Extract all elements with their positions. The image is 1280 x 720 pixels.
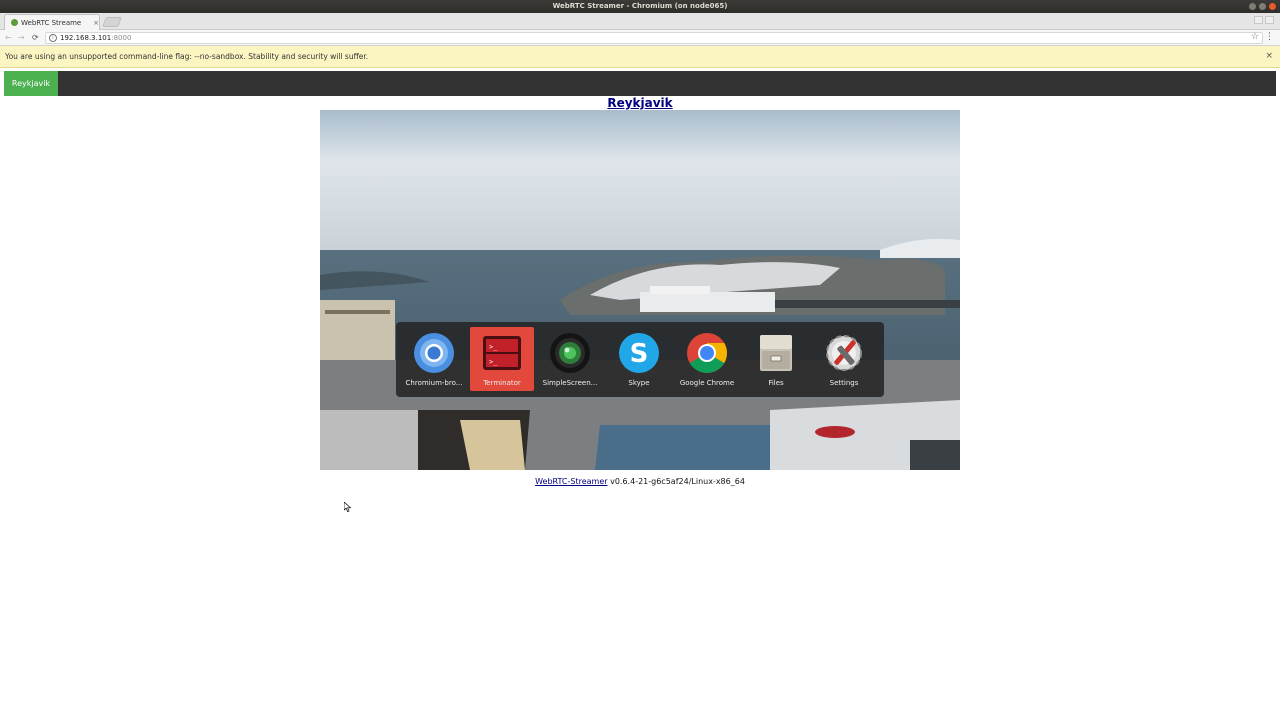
switcher-app-simplescreenrecorder[interactable]: SimpleScreen... xyxy=(538,327,602,391)
address-bar[interactable]: i 192.168.3.101:8000 xyxy=(45,32,1263,44)
switcher-app-label: Files xyxy=(768,379,784,387)
video-stream[interactable] xyxy=(320,110,960,470)
stream-navbar: Reykjavik xyxy=(4,71,1276,96)
switcher-app-label: Terminator xyxy=(483,379,521,387)
app-switcher: Chromium-bro... >_ >_ Terminator SimpleS… xyxy=(396,322,884,397)
forward-icon[interactable]: → xyxy=(18,32,25,44)
bookmark-star-icon[interactable]: ☆ xyxy=(1251,31,1259,43)
version-line: WebRTC-Streamer v0.6.4-21-g6c5af24/Linux… xyxy=(0,477,1280,487)
tabstrip-window-controls xyxy=(1254,16,1274,24)
reload-icon[interactable]: ⟳ xyxy=(32,32,39,44)
site-info-icon[interactable]: i xyxy=(49,34,57,42)
infobar-close-icon[interactable]: × xyxy=(1265,46,1273,67)
webrtc-streamer-link[interactable]: WebRTC-Streamer xyxy=(535,477,607,486)
switcher-app-terminator[interactable]: >_ >_ Terminator xyxy=(470,327,534,391)
tab-strip: WebRTC Streame × xyxy=(0,13,1280,30)
video-frame xyxy=(320,110,960,470)
skype-icon: S xyxy=(619,333,659,373)
tab-close-icon[interactable]: × xyxy=(93,19,99,27)
browser-toolbar: ← → ⟳ i 192.168.3.101:8000 ☆ ⋮ xyxy=(0,30,1280,46)
mouse-cursor-icon xyxy=(344,502,352,512)
restore-icon[interactable] xyxy=(1265,16,1274,24)
terminator-icon: >_ >_ xyxy=(483,336,521,370)
svg-text:S: S xyxy=(630,339,649,369)
switcher-app-label: Settings xyxy=(829,379,859,387)
favicon-icon xyxy=(11,19,18,26)
switcher-app-label: Chromium-bro... xyxy=(405,379,463,387)
url-host: 192.168.3.101 xyxy=(60,34,112,42)
svg-text:>_: >_ xyxy=(489,343,498,351)
simplescreenrecorder-icon xyxy=(550,333,590,373)
minimize-window-button[interactable] xyxy=(1249,3,1256,10)
stream-title-link[interactable]: Reykjavik xyxy=(0,96,1280,110)
back-icon[interactable]: ← xyxy=(5,32,12,44)
infobar-message: You are using an unsupported command-lin… xyxy=(5,52,369,61)
switcher-app-chromium[interactable]: Chromium-bro... xyxy=(402,327,466,391)
switcher-app-skype[interactable]: S Skype xyxy=(607,327,671,391)
svg-text:>_: >_ xyxy=(489,358,498,366)
switcher-app-label: Google Chrome xyxy=(679,379,735,387)
browser-menu-icon[interactable]: ⋮ xyxy=(1265,31,1274,43)
minimize-icon[interactable] xyxy=(1254,16,1263,24)
nav-tab-reykjavik[interactable]: Reykjavik xyxy=(4,71,58,96)
switcher-app-label: Skype xyxy=(628,379,650,387)
files-icon xyxy=(760,335,792,371)
window-title: WebRTC Streamer - Chromium (on node065) xyxy=(552,2,728,10)
browser-tab[interactable]: WebRTC Streame × xyxy=(4,14,100,30)
url-port: :8000 xyxy=(111,34,132,42)
version-text: v0.6.4-21-g6c5af24/Linux-x86_64 xyxy=(607,477,745,486)
switcher-app-files[interactable]: Files xyxy=(744,327,808,391)
chrome-icon xyxy=(687,333,727,373)
window-buttons xyxy=(1249,3,1276,10)
switcher-app-settings[interactable]: Settings xyxy=(812,327,876,391)
switcher-app-google-chrome[interactable]: Google Chrome xyxy=(675,327,739,391)
maximize-window-button[interactable] xyxy=(1259,3,1266,10)
tab-title: WebRTC Streame xyxy=(21,18,82,27)
switcher-app-label: SimpleScreen... xyxy=(542,379,598,387)
close-window-button[interactable] xyxy=(1269,3,1276,10)
settings-icon xyxy=(826,335,862,371)
warning-infobar: You are using an unsupported command-lin… xyxy=(0,46,1280,68)
window-titlebar: WebRTC Streamer - Chromium (on node065) xyxy=(0,0,1280,13)
chromium-icon xyxy=(414,333,454,373)
new-tab-button[interactable] xyxy=(102,17,122,27)
